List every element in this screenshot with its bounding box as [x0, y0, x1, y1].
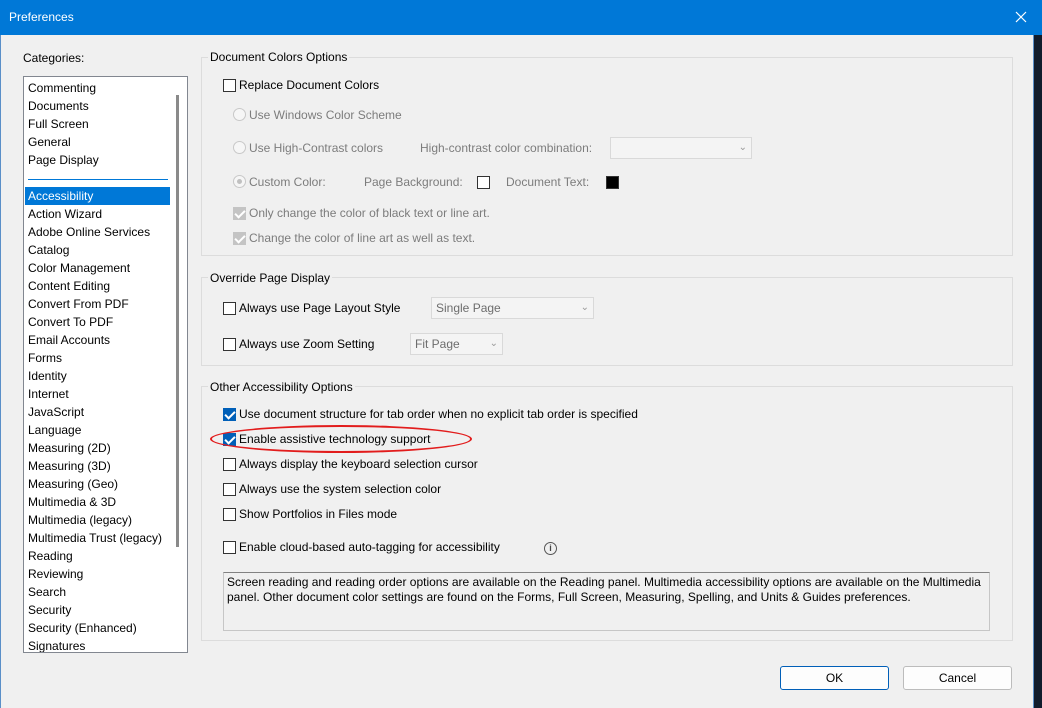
categories-label: Categories:	[23, 51, 85, 65]
cancel-button[interactable]: Cancel	[903, 666, 1012, 690]
category-item[interactable]: Security	[25, 601, 170, 619]
document-colors-group-title: Document Colors Options	[208, 50, 350, 64]
ok-button[interactable]: OK	[780, 666, 889, 690]
title-bar: Preferences	[0, 0, 1042, 35]
page-layout-style-value: Single Page	[436, 301, 501, 315]
change-line-art-label: Change the color of line art as well as …	[249, 231, 476, 245]
window-title: Preferences	[9, 10, 74, 24]
category-item[interactable]: Multimedia (legacy)	[25, 511, 170, 529]
category-item[interactable]: Catalog	[25, 241, 170, 259]
category-item[interactable]: Reviewing	[25, 565, 170, 583]
use-high-contrast-radio[interactable]	[233, 141, 246, 154]
keyboard-cursor-label: Always display the keyboard selection cu…	[239, 457, 478, 471]
other-accessibility-group-title: Other Accessibility Options	[208, 380, 355, 394]
use-high-contrast-label: Use High-Contrast colors	[249, 141, 384, 155]
category-item[interactable]: Commenting	[25, 79, 170, 97]
zoom-setting-checkbox[interactable]	[223, 338, 236, 351]
category-item-selected[interactable]: Accessibility	[25, 187, 170, 205]
zoom-setting-value: Fit Page	[415, 337, 460, 351]
replace-document-colors-label: Replace Document Colors	[239, 78, 380, 92]
category-item[interactable]: Language	[25, 421, 170, 439]
only-change-black-checkbox[interactable]	[233, 207, 246, 220]
close-icon	[1015, 11, 1027, 23]
custom-color-radio[interactable]	[233, 175, 246, 188]
category-item[interactable]: Multimedia Trust (legacy)	[25, 529, 170, 547]
window-border-right	[1034, 35, 1042, 708]
category-item[interactable]: Forms	[25, 349, 170, 367]
category-item[interactable]: Content Editing	[25, 277, 170, 295]
categories-list[interactable]: Commenting Documents Full Screen General Pag…	[23, 76, 188, 653]
page-layout-style-select[interactable]: Single Page ⌄	[431, 297, 594, 319]
document-text-label: Document Text:	[506, 175, 590, 189]
category-item[interactable]: JavaScript	[25, 403, 170, 421]
category-item[interactable]: Documents	[25, 97, 170, 115]
assistive-technology-label: Enable assistive technology support	[239, 432, 431, 446]
category-item[interactable]: Reading	[25, 547, 170, 565]
category-item[interactable]: Action Wizard	[25, 205, 170, 223]
change-line-art-checkbox[interactable]	[233, 232, 246, 245]
category-item[interactable]: Security (Enhanced)	[25, 619, 170, 637]
category-item[interactable]: Signatures	[25, 637, 170, 652]
category-item[interactable]: Measuring (2D)	[25, 439, 170, 457]
chevron-down-icon: ⌄	[580, 302, 589, 313]
category-item[interactable]: Multimedia & 3D	[25, 493, 170, 511]
category-item[interactable]: Email Accounts	[25, 331, 170, 349]
category-item[interactable]: Measuring (Geo)	[25, 475, 170, 493]
page-background-swatch[interactable]	[477, 176, 490, 189]
override-page-display-group	[201, 277, 1013, 366]
category-item[interactable]: Measuring (3D)	[25, 457, 170, 475]
info-icon[interactable]: i	[544, 542, 557, 555]
high-contrast-combination-select[interactable]: ⌄	[610, 137, 752, 159]
zoom-setting-label: Always use Zoom Setting	[239, 337, 375, 351]
category-item[interactable]: Adobe Online Services	[25, 223, 170, 241]
page-layout-style-label: Always use Page Layout Style	[239, 301, 401, 315]
close-button[interactable]	[1007, 4, 1035, 30]
zoom-setting-select[interactable]: Fit Page ⌄	[410, 333, 503, 355]
page-background-label: Page Background:	[364, 175, 463, 189]
category-item[interactable]: Internet	[25, 385, 170, 403]
category-item[interactable]: General	[25, 133, 170, 151]
category-item[interactable]: Color Management	[25, 259, 170, 277]
cloud-auto-tagging-label: Enable cloud-based auto-tagging for acce…	[239, 540, 500, 554]
high-contrast-combination-label: High-contrast color combination:	[420, 141, 593, 155]
category-item[interactable]: Search	[25, 583, 170, 601]
replace-document-colors-checkbox[interactable]	[223, 79, 236, 92]
chevron-down-icon: ⌄	[489, 338, 498, 349]
use-windows-color-scheme-label: Use Windows Color Scheme	[249, 108, 402, 122]
category-item[interactable]: Full Screen	[25, 115, 170, 133]
assistive-technology-checkbox[interactable]	[223, 433, 236, 446]
category-separator	[28, 179, 168, 180]
document-text-swatch[interactable]	[606, 176, 619, 189]
override-page-display-group-title: Override Page Display	[208, 271, 333, 285]
use-windows-color-scheme-radio[interactable]	[233, 108, 246, 121]
system-selection-color-label: Always use the system selection color	[239, 482, 442, 496]
category-item[interactable]: Convert From PDF	[25, 295, 170, 313]
category-item[interactable]: Convert To PDF	[25, 313, 170, 331]
categories-scrollbar[interactable]	[176, 95, 179, 547]
window-border-left	[0, 35, 1, 708]
category-item[interactable]: Identity	[25, 367, 170, 385]
category-item[interactable]: Page Display	[25, 151, 170, 169]
tab-order-checkbox[interactable]	[223, 408, 236, 421]
chevron-down-icon: ⌄	[738, 142, 747, 153]
accessibility-note: Screen reading and reading order options…	[223, 572, 990, 631]
tab-order-label: Use document structure for tab order whe…	[239, 407, 638, 421]
cloud-auto-tagging-checkbox[interactable]	[223, 541, 236, 554]
only-change-black-label: Only change the color of black text or l…	[249, 206, 490, 220]
portfolios-files-mode-label: Show Portfolios in Files mode	[239, 507, 398, 521]
custom-color-label: Custom Color:	[249, 175, 326, 189]
portfolios-files-mode-checkbox[interactable]	[223, 508, 236, 521]
keyboard-cursor-checkbox[interactable]	[223, 458, 236, 471]
system-selection-color-checkbox[interactable]	[223, 483, 236, 496]
page-layout-style-checkbox[interactable]	[223, 302, 236, 315]
